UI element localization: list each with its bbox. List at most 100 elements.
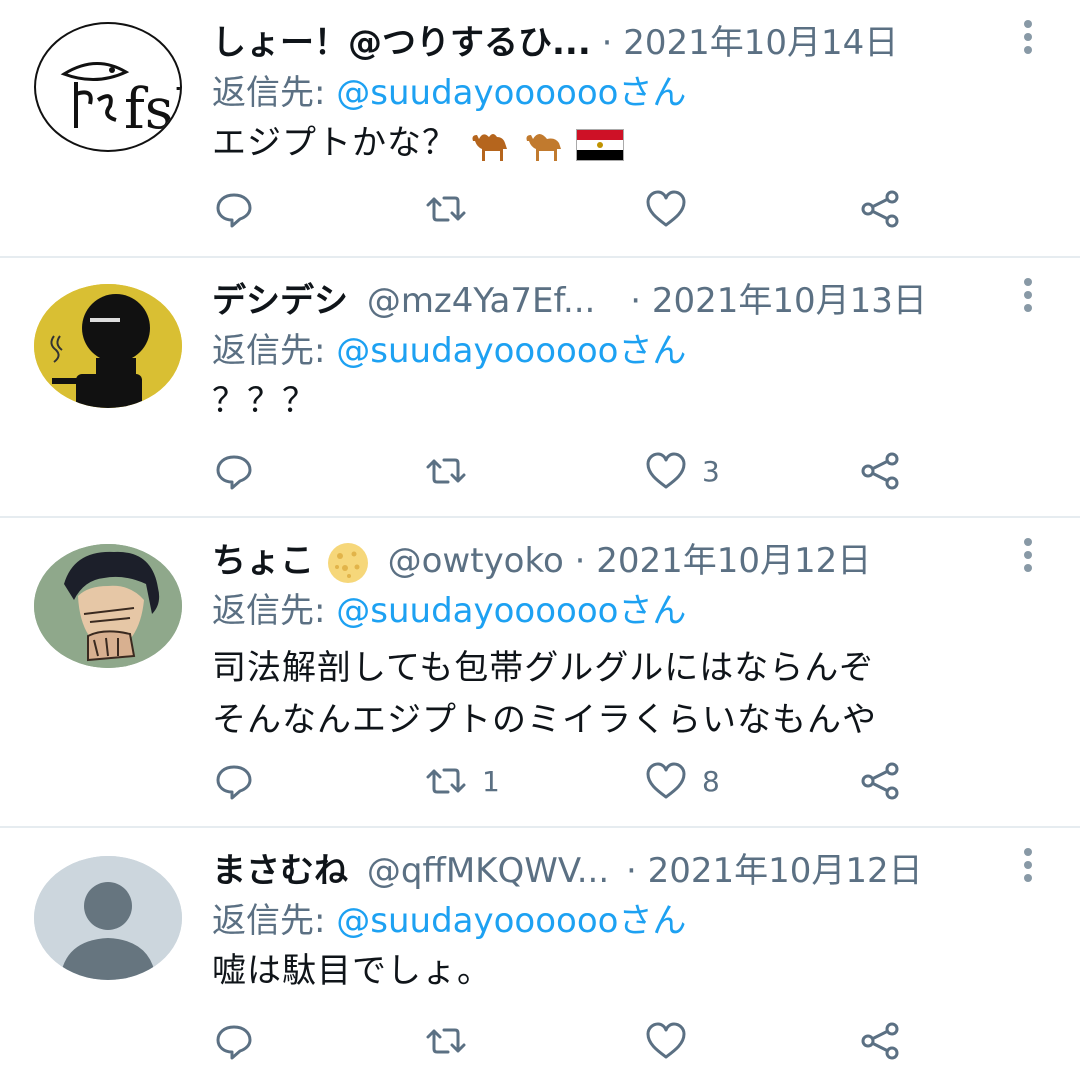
like-count: 3 (702, 454, 720, 488)
tweet[interactable]: デシデシ @mz4Ya7Ef... · 2021年10月13日 返信先: @su… (0, 258, 1080, 516)
more-options-icon[interactable] (1020, 278, 1036, 318)
cookie-emoji-icon (327, 542, 368, 583)
tweet-text-content: 嘘は駄目でしょ。 (212, 951, 492, 991)
heart-icon (646, 190, 686, 227)
retweet-icon (426, 768, 466, 794)
avatar-logo-text: fsH (124, 77, 182, 142)
like-count: 8 (702, 764, 720, 798)
heart-icon (646, 1022, 686, 1059)
tweet-text: ？？？ (212, 376, 1010, 426)
share-icon (861, 762, 899, 800)
share-button[interactable] (858, 448, 902, 494)
tweet-date[interactable]: 2021年10月12日 (648, 851, 923, 891)
camel-emoji-icon (526, 133, 561, 161)
share-icon (861, 452, 899, 490)
tweet-text: 嘘は駄目でしょ。 (212, 946, 1010, 996)
tweet-text-line: 司法解剖しても包帯グルグルにはならんぞ (212, 648, 875, 688)
tweet[interactable]: まさむね @qffMKQWV... · 2021年10月12日 返信先: @su… (0, 828, 1080, 1080)
reply-suffix: さん (618, 901, 687, 941)
retweet-icon (426, 1028, 466, 1054)
tweet-text-content: ？？？ (212, 381, 317, 421)
share-button[interactable] (858, 186, 902, 232)
reply-suffix: さん (618, 331, 687, 371)
retweet-button[interactable] (424, 186, 482, 232)
share-button[interactable] (858, 1018, 902, 1064)
reply-suffix: さん (618, 591, 687, 631)
reply-suffix: さん (618, 73, 687, 113)
tweet-header: まさむね @qffMKQWV... · 2021年10月12日 (212, 846, 1010, 896)
display-name[interactable]: ちょこ (212, 541, 314, 581)
silhouette-avatar-icon (34, 284, 182, 408)
like-button[interactable] (644, 1018, 702, 1064)
reply-icon (216, 765, 252, 800)
like-button[interactable]: 3 (644, 448, 720, 494)
separator: · (601, 23, 613, 63)
fish-logo-icon: fsH (60, 62, 182, 142)
more-options-icon[interactable] (1020, 538, 1036, 578)
tweet-header: ちょこ @owtyoko · 2021年10月12日 (212, 536, 1010, 586)
reply-to: 返信先: @suudayooooooさん (212, 588, 686, 634)
more-options-icon[interactable] (1020, 20, 1036, 60)
reply-to-user-link[interactable]: @suudayoooooo (336, 331, 618, 371)
tweet-actions (212, 1018, 942, 1064)
tweet-text: 司法解剖しても包帯グルグルにはならんぞ そんなんエジプトのミイラくらいなもんや (212, 642, 1010, 746)
tweet-text-content: エジプトかな？ (212, 123, 457, 163)
reply-icon (216, 1025, 252, 1060)
tweet[interactable]: fsH しょー！@つりするひ... · 2021年10月14日 返信先: @su… (0, 0, 1080, 256)
retweet-icon (426, 458, 466, 484)
reply-button[interactable] (212, 448, 270, 494)
more-options-icon[interactable] (1020, 848, 1036, 888)
tweet-actions: 3 (212, 448, 942, 494)
tweet-header: しょー！@つりするひ... · 2021年10月14日 (212, 18, 1010, 68)
retweet-button[interactable]: 1 (424, 758, 500, 804)
retweet-button[interactable] (424, 448, 482, 494)
reply-to: 返信先: @suudayooooooさん (212, 70, 686, 116)
share-icon (861, 1022, 899, 1060)
reply-to-user-link[interactable]: @suudayoooooo (336, 591, 618, 631)
user-handle[interactable]: @mz4Ya7Ef... (367, 281, 596, 321)
avatar[interactable] (34, 284, 182, 408)
avatar[interactable] (34, 856, 182, 980)
tweet-date[interactable]: 2021年10月14日 (623, 23, 898, 63)
user-handle[interactable]: @qffMKQWV... (367, 851, 609, 891)
display-name[interactable]: デシデシ (212, 281, 348, 321)
tweet-header: デシデシ @mz4Ya7Ef... · 2021年10月13日 (212, 276, 1010, 326)
egypt-flag-icon (576, 128, 625, 161)
separator: · (574, 541, 586, 581)
reply-prefix: 返信先: (212, 901, 337, 941)
tweet-text-line: そんなんエジプトのミイラくらいなもんや (212, 700, 877, 740)
retweet-count: 1 (482, 764, 500, 798)
reply-to-user-link[interactable]: @suudayoooooo (336, 73, 618, 113)
reply-button[interactable] (212, 758, 270, 804)
share-icon (861, 190, 899, 228)
heart-icon (646, 452, 686, 489)
tweet[interactable]: ちょこ @owtyoko · 2021年10月12日 返信先: @suudayo… (0, 518, 1080, 826)
avatar[interactable] (34, 544, 182, 668)
like-button[interactable]: 8 (644, 758, 720, 804)
like-button[interactable] (644, 186, 702, 232)
tweet-actions: 1 8 (212, 758, 942, 804)
tweet-date[interactable]: 2021年10月12日 (596, 541, 871, 581)
default-profile-icon (34, 856, 182, 980)
reply-to: 返信先: @suudayooooooさん (212, 898, 686, 944)
anime-character-avatar-icon (34, 544, 182, 668)
display-name[interactable]: まさむね (212, 851, 348, 891)
retweet-icon (426, 196, 466, 222)
reply-prefix: 返信先: (212, 331, 337, 371)
avatar[interactable]: fsH (34, 22, 182, 152)
reply-prefix: 返信先: (212, 73, 337, 113)
tweet-text: エジプトかな？ (212, 118, 1010, 168)
reply-to-user-link[interactable]: @suudayoooooo (336, 901, 618, 941)
share-button[interactable] (858, 758, 902, 804)
reply-icon (216, 193, 252, 228)
reply-button[interactable] (212, 186, 270, 232)
separator: · (625, 851, 637, 891)
retweet-button[interactable] (424, 1018, 482, 1064)
user-handle[interactable]: @owtyoko (388, 541, 564, 581)
reply-icon (216, 455, 252, 490)
reply-button[interactable] (212, 1018, 270, 1064)
display-name[interactable]: しょー！@つりするひ... (212, 23, 591, 63)
tweet-date[interactable]: 2021年10月13日 (652, 281, 927, 321)
reply-prefix: 返信先: (212, 591, 337, 631)
reply-to: 返信先: @suudayooooooさん (212, 328, 686, 374)
